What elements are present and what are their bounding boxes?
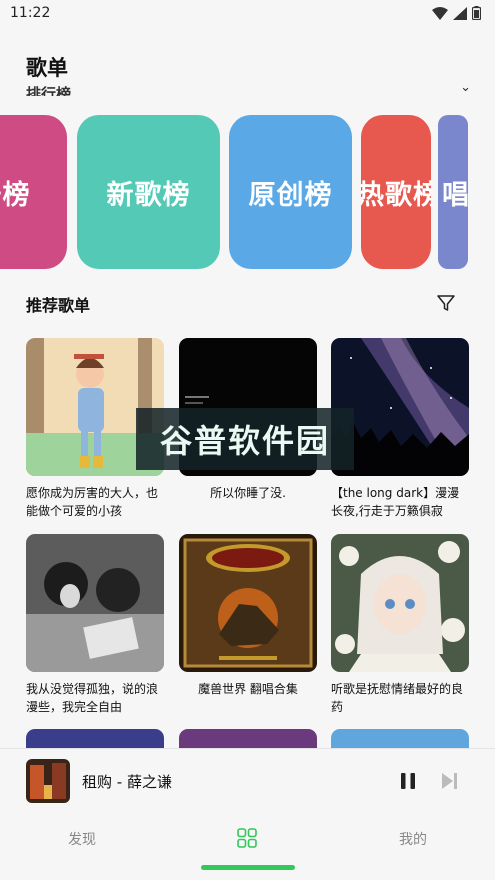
chart-card-soaring[interactable]: 飙升榜 (0, 115, 67, 269)
playlist-title: 所以你睡了没. (210, 486, 286, 500)
filter-icon[interactable] (436, 293, 456, 313)
chart-card-original[interactable]: 原创榜 (229, 115, 352, 269)
chart-carousel[interactable]: 飙升榜 新歌榜 原创榜 热歌榜 唱 (0, 113, 495, 271)
chart-card-label: 热歌榜 (361, 179, 431, 211)
skip-next-icon[interactable] (438, 770, 460, 792)
now-playing-title[interactable]: 租购 - 薛之谦 (82, 771, 172, 792)
section-header-charts: 排行榜 ⌄ (26, 78, 471, 96)
chart-card-hot-songs[interactable]: 热歌榜 (361, 115, 431, 269)
playlist-cover[interactable] (179, 534, 317, 672)
tab-mine[interactable]: 我的 (399, 829, 427, 849)
chart-card-new-songs[interactable]: 新歌榜 (77, 115, 220, 269)
playlist-card[interactable]: 魔兽世界 翻唱合集 (179, 534, 317, 698)
playlist-title: 愿你成为厉害的大人，也能做个可爱的小孩 (26, 486, 159, 518)
status-bar: 11:22 (0, 0, 495, 26)
tab-discover[interactable]: 发现 (68, 829, 96, 849)
playlist-cover[interactable] (331, 534, 469, 672)
chart-card-more[interactable]: 唱 (438, 115, 468, 269)
chart-card-label: 原创榜 (248, 179, 333, 211)
active-tab-indicator (201, 865, 295, 870)
chart-card-label: 飙升榜 (0, 179, 31, 211)
playlist-title: 魔兽世界 翻唱合集 (198, 682, 298, 696)
playlist-card[interactable]: 听歌是抚慰情绪最好的良药 (331, 534, 469, 716)
playlist-card[interactable]: 我从没觉得孤独，说的浪漫些，我完全自由 (26, 534, 164, 716)
playlist-title: 我从没觉得孤独，说的浪漫些，我完全自由 (26, 682, 159, 714)
battery-icon (472, 6, 481, 20)
bottom-panel: 租购 - 薛之谦 发现 我的 (0, 748, 495, 880)
watermark-text: 谷普软件园 (159, 422, 330, 460)
playlist-cover[interactable] (26, 534, 164, 672)
playlist-title: 【the long dark】漫漫长夜,行走于万籁俱寂 (331, 486, 460, 518)
watermark: 谷普软件园 (136, 408, 354, 470)
now-playing-cover[interactable] (26, 759, 70, 803)
status-icons (432, 6, 481, 20)
signal-icon (453, 6, 467, 20)
chart-card-label: 新歌榜 (106, 179, 191, 211)
section-label-charts: 排行榜 (26, 85, 72, 96)
playlist-title: 听歌是抚慰情绪最好的良药 (331, 682, 464, 714)
status-time: 11:22 (10, 5, 51, 21)
chevron-down-icon[interactable]: ⌄ (460, 80, 471, 95)
grid-icon[interactable] (236, 827, 258, 849)
section-title-recommended: 推荐歌单 (26, 296, 91, 315)
pause-icon[interactable] (396, 769, 420, 793)
wifi-icon (432, 6, 448, 20)
chart-card-label: 唱 (442, 179, 468, 211)
